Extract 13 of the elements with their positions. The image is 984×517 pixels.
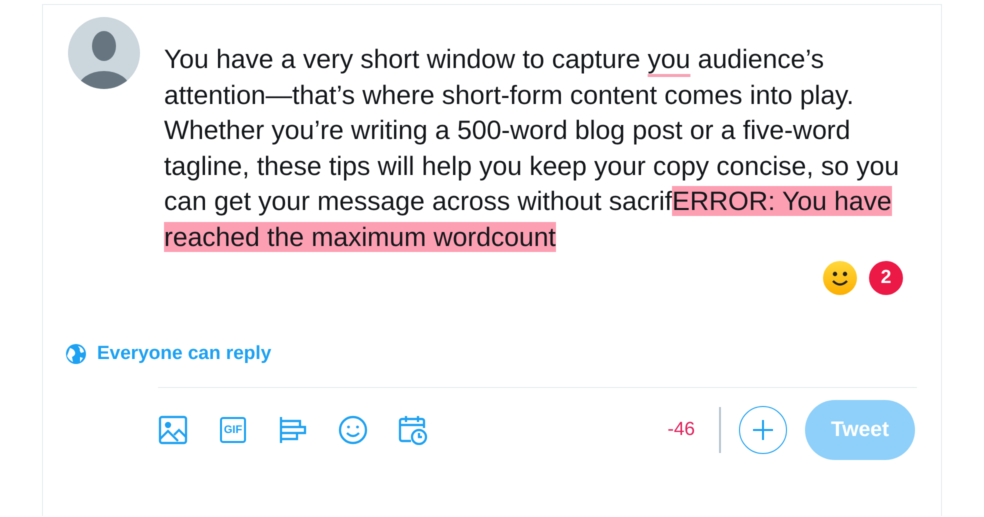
poll-icon[interactable] [278,415,308,445]
add-tweet-button[interactable] [739,406,787,454]
tweet-text[interactable]: You have a very short window to capture you audience’s attention—that’s where short-form content comes into play. Whether you’re writing a 500-word blog post or a five-word tagline, these tips will help you keep your copy concise, so you can get your message across without sacrifERROR: You have reached the maximum wordcount [164,42,909,255]
plus-icon [752,419,774,441]
character-counter: -46 [668,419,695,441]
globe-icon [65,343,87,365]
image-icon[interactable] [158,415,188,445]
schedule-icon[interactable] [398,415,428,445]
issue-count-badge[interactable]: 2 [869,261,903,295]
gif-button[interactable]: GIF [220,417,246,443]
emoji-icon[interactable] [338,415,368,445]
smiley-icon [823,261,857,295]
reply-setting-link[interactable]: Everyone can reply [65,343,272,365]
